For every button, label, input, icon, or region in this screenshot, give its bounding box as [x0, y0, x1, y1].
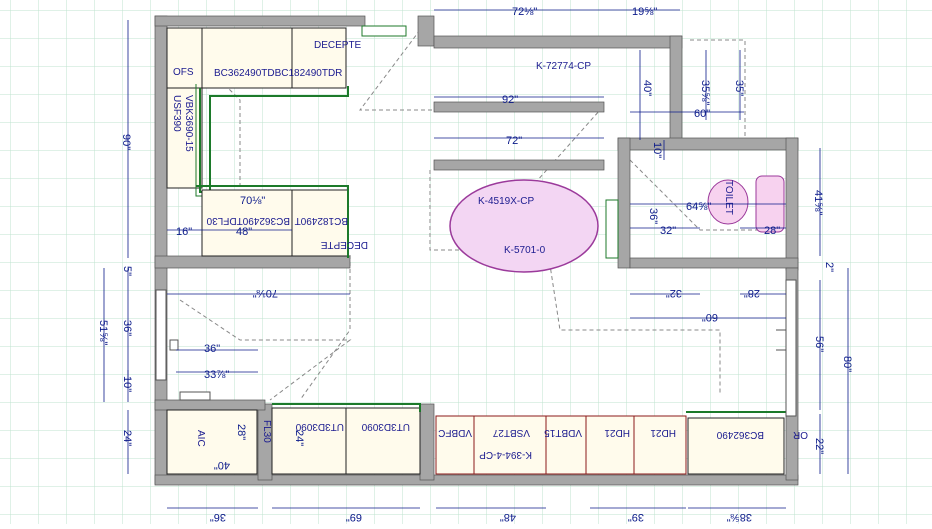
wall-left	[154, 15, 168, 485]
label-bc362490: BC362490TDBC182490TDR	[214, 68, 342, 79]
dim-28c: 28"	[235, 424, 247, 440]
wall-top-stub	[417, 15, 435, 47]
dim-5: 5"	[121, 266, 133, 276]
label-vsbt27: VSBT27	[492, 427, 530, 438]
dim-b69: 69"	[346, 511, 362, 523]
dim-left-90: 90"	[120, 134, 132, 150]
dim-60a: 60"	[694, 108, 710, 120]
dim-32a: 32"	[660, 225, 676, 237]
wall-divider-2	[433, 159, 605, 171]
label-island-small: K-5701-0	[504, 245, 546, 256]
label-vdbfc: VDBFC	[438, 427, 472, 438]
dim-51: 51⅝"	[97, 320, 109, 345]
dim-40: 40"	[641, 80, 653, 96]
label-ofs: OFS	[173, 67, 194, 78]
label-bc362490-right: BC362490	[716, 429, 764, 440]
wall-top-right	[433, 35, 683, 49]
cabinet-ofs	[166, 27, 203, 89]
dim-64: 64⅝"	[686, 201, 711, 213]
wall-mid-left	[154, 255, 351, 269]
dim-16: 16"	[176, 226, 192, 238]
dim-28b: 28"	[744, 287, 760, 299]
label-usf: USF390	[171, 95, 182, 132]
wall-bath-left	[617, 137, 631, 269]
cabinet-aic	[166, 409, 258, 475]
dim-72: 72"	[506, 135, 522, 147]
dim-60b: 60"	[702, 311, 718, 323]
dim-24: 24"	[121, 430, 133, 446]
floor-plan-canvas[interactable]: BC362490TDBC182490TDR DECEPTE OFS VBK369…	[0, 0, 932, 524]
dim-b36: 36"	[210, 511, 226, 523]
label-hd21b: HD21	[650, 427, 676, 438]
island-panel	[605, 199, 619, 259]
label-aic: AIC	[195, 430, 206, 447]
dim-top-19: 19⅝"	[632, 6, 657, 18]
cabinet-bc362490-right	[687, 417, 785, 475]
label-or: OR	[793, 429, 808, 440]
label-fl30: FL30	[261, 420, 272, 443]
wall-bath-bottom	[629, 257, 799, 269]
wall-lower-left	[154, 399, 266, 411]
dim-28a: 28"	[764, 225, 780, 237]
dim-56: 56"	[813, 336, 825, 352]
label-vbk: VBK3690-15	[183, 95, 194, 152]
dim-33: 33⅞"	[204, 369, 229, 381]
dim-32b: 32"	[666, 287, 682, 299]
wall-right-upper	[669, 35, 683, 149]
dim-24b: 24"	[293, 430, 305, 446]
dim-b39: 39"	[628, 511, 644, 523]
dim-36: 36"	[647, 208, 659, 224]
dim-2: 2"	[823, 262, 835, 272]
wall-divider-1	[433, 101, 605, 113]
label-decepte-low: DECEPTE	[320, 239, 368, 250]
dim-b48: 48"	[500, 511, 516, 523]
label-toilet: TOILET	[723, 180, 734, 215]
wall-bottom-partition	[419, 403, 435, 481]
label-k394: K-394-4-CP	[479, 449, 532, 460]
dim-48: 48"	[236, 226, 252, 238]
wall-bottom	[154, 474, 799, 486]
dim-92: 92"	[502, 94, 518, 106]
label-bc18: BC182490T	[295, 215, 348, 226]
wall-bath-right	[785, 137, 799, 271]
label-island-cp: K-4519X-CP	[478, 196, 534, 207]
window-top	[361, 25, 407, 37]
dim-10v: 10"	[121, 376, 133, 392]
dim-36v: 36"	[121, 320, 133, 336]
dim-top-72: 72⅛"	[512, 6, 537, 18]
dim-35b: 35"	[733, 80, 745, 96]
label-k72774: K-72774-CP	[536, 61, 591, 72]
island-shape	[449, 179, 599, 273]
dim-10: 10"	[651, 142, 663, 158]
dim-22: 22"	[813, 438, 825, 454]
dim-35a: 35⅝"	[699, 80, 711, 105]
floor-plan-drawing: BC362490TDBC182490TDR DECEPTE OFS VBK369…	[0, 0, 932, 524]
label-ut-b: UT3D3090	[361, 421, 410, 432]
dim-36h: 36"	[204, 343, 220, 355]
dim-41: 41⅝"	[812, 190, 824, 215]
label-hd21a: HD21	[604, 427, 630, 438]
dim-70b: 70⅛"	[253, 287, 278, 299]
label-vdbt15: VDBT15	[544, 427, 582, 438]
wall-bath-top	[617, 137, 799, 151]
wall-top-left	[154, 15, 366, 27]
label-bc-lower: BC362490TDFL30	[206, 215, 290, 226]
dim-40b: 40"	[214, 459, 230, 471]
label-decepte-top: DECEPTE	[314, 40, 362, 51]
dim-70a: 70⅛"	[240, 195, 265, 207]
dim-80: 80"	[841, 356, 853, 372]
cabinet-bc362490	[201, 27, 347, 89]
dim-b38: 38⅝"	[727, 511, 752, 523]
